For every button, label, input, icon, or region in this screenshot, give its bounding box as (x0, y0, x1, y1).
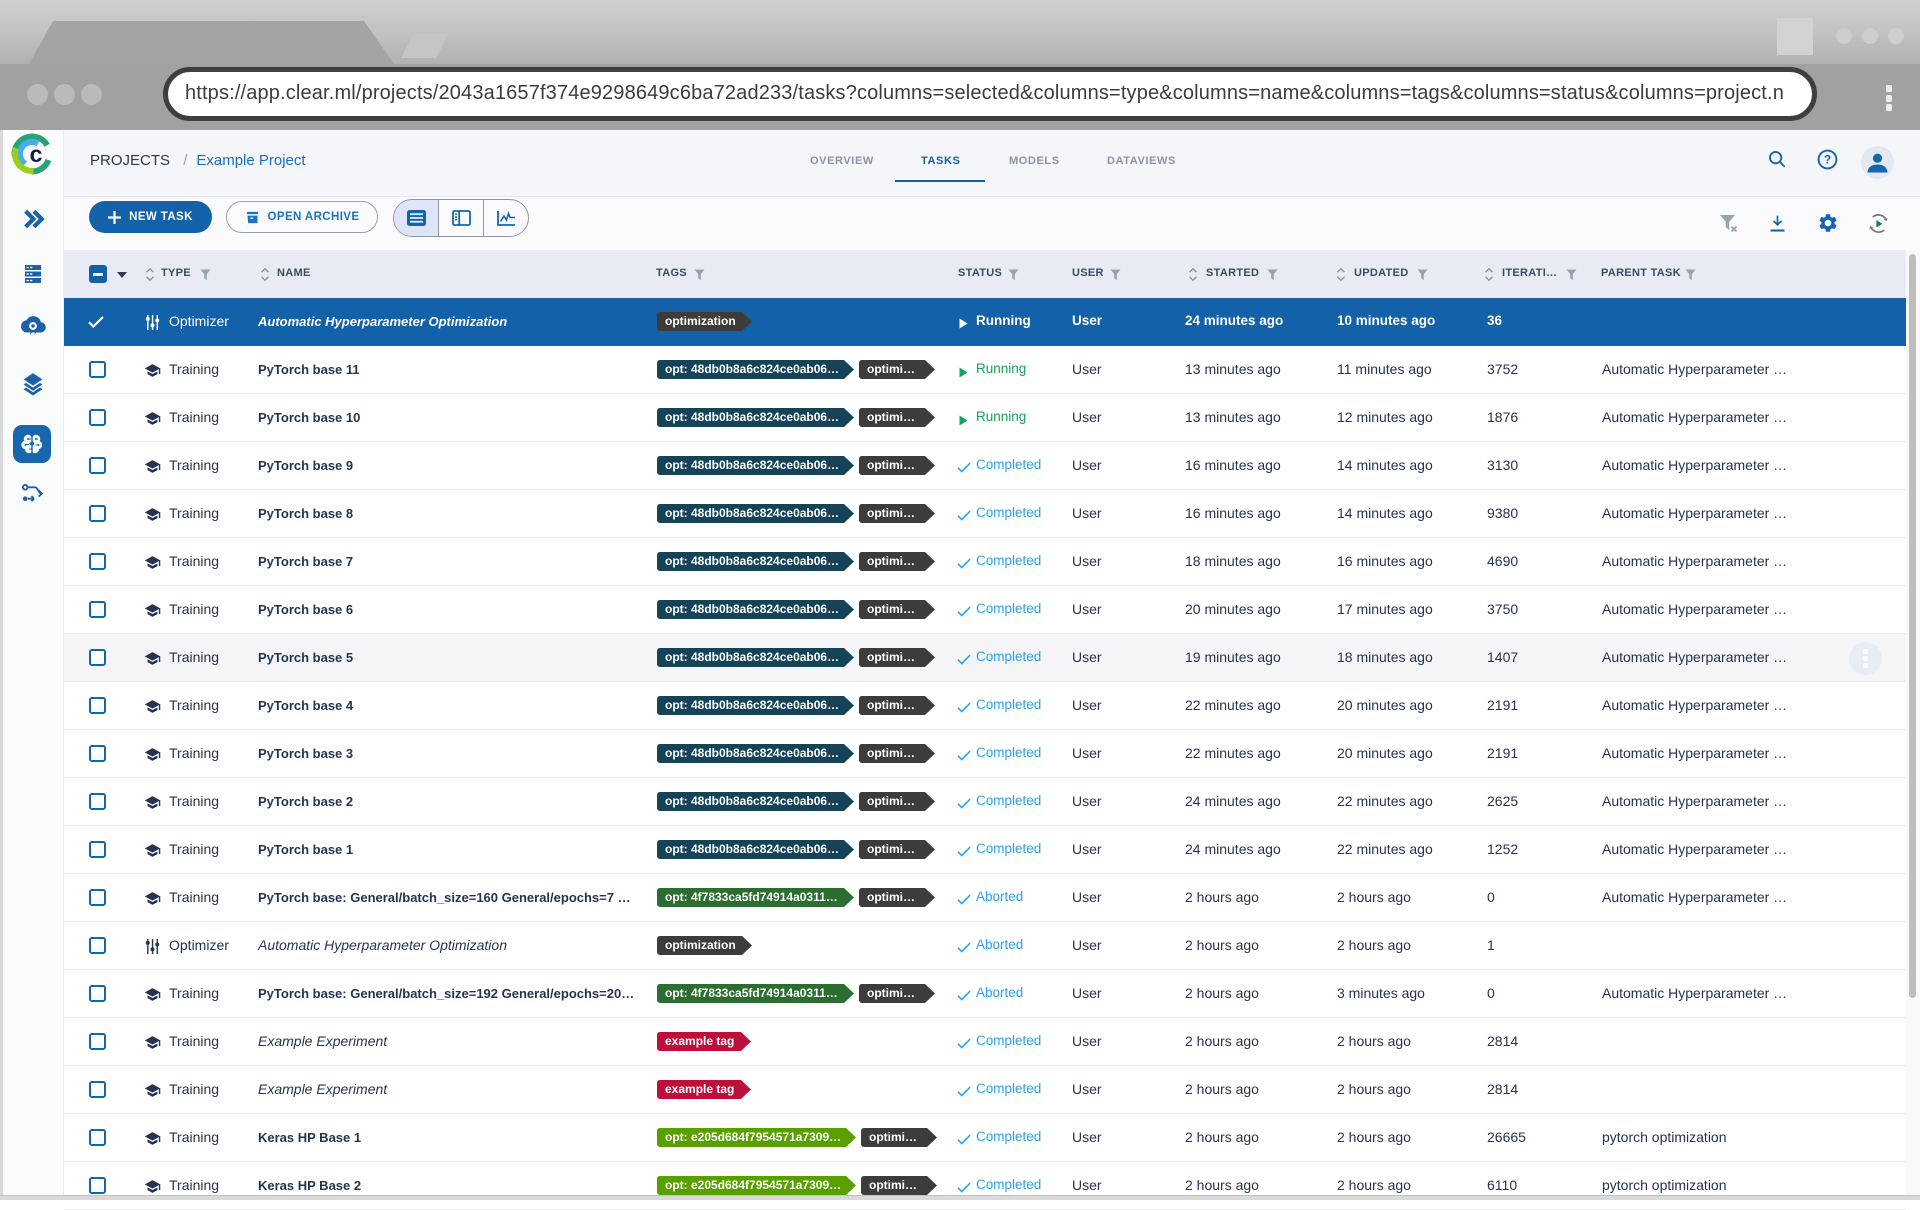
svg-text:c: c (30, 141, 43, 167)
svg-text:?: ? (1824, 153, 1831, 167)
